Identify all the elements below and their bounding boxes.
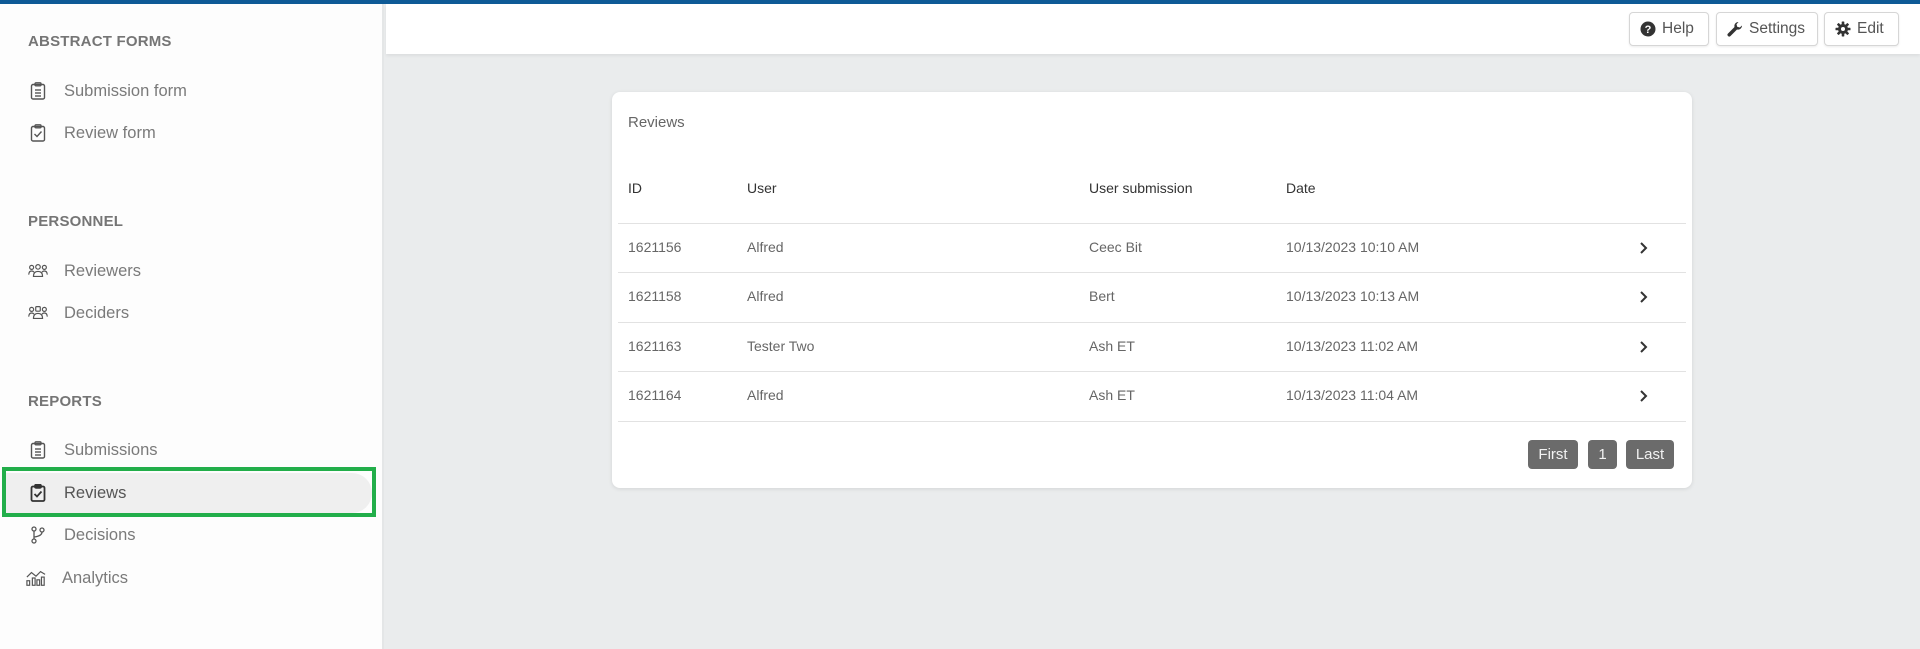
cell-date: 10/13/2023 11:04 AM <box>1286 387 1419 403</box>
cell-date: 10/13/2023 10:13 AM <box>1286 288 1420 304</box>
table-bottom-divider <box>618 421 1686 422</box>
cell-submission: Ceec Bit <box>1089 239 1142 255</box>
cell-id: 1621164 <box>628 387 682 403</box>
chevron-right-icon[interactable] <box>1638 386 1654 406</box>
edit-button-label: Edit <box>1857 20 1884 37</box>
edit-button[interactable]: Edit <box>1824 12 1899 46</box>
sidebar-item-reviewers[interactable]: Reviewers <box>4 251 372 291</box>
header-bar: ? Help Settings Edit <box>386 4 1920 54</box>
chevron-right-icon[interactable] <box>1638 337 1654 357</box>
chevron-right-icon[interactable] <box>1638 238 1654 258</box>
sidebar-item-submissions[interactable]: Submissions <box>4 430 372 470</box>
table-row[interactable]: 1621158 Alfred Bert 10/13/2023 10:13 AM <box>618 272 1686 321</box>
gear-icon <box>1835 21 1851 37</box>
sidebar-item-decisions[interactable]: Decisions <box>4 515 372 555</box>
table-row[interactable]: 1621156 Alfred Ceec Bit 10/13/2023 10:10… <box>618 223 1686 272</box>
cell-date: 10/13/2023 11:02 AM <box>1286 338 1419 354</box>
pagination-first-button[interactable]: First <box>1528 440 1578 469</box>
cell-id: 1621163 <box>628 338 682 354</box>
cell-submission: Ash ET <box>1089 338 1135 354</box>
section-title-abstract-forms: ABSTRACT FORMS <box>28 33 172 50</box>
pagination-last-button[interactable]: Last <box>1626 440 1674 469</box>
help-button-label: Help <box>1662 20 1694 37</box>
settings-button-label: Settings <box>1749 20 1806 37</box>
settings-button[interactable]: Settings <box>1716 12 1818 46</box>
reviews-card: Reviews ID User User submission Date 162… <box>612 92 1692 488</box>
sidebar-item-label: Submission form <box>64 81 187 100</box>
column-header-id: ID <box>628 180 642 196</box>
sidebar-item-label: Review form <box>64 123 156 142</box>
sidebar-item-review-form[interactable]: Review form <box>4 113 372 153</box>
wrench-icon <box>1727 21 1743 37</box>
cell-id: 1621156 <box>628 239 682 255</box>
sidebar-item-analytics[interactable]: Analytics <box>4 558 372 598</box>
question-circle-icon: ? <box>1640 21 1656 37</box>
sidebar-item-deciders[interactable]: Deciders <box>4 293 372 333</box>
cell-user: Tester Two <box>747 338 815 354</box>
pagination-page-1-button[interactable]: 1 <box>1588 440 1617 469</box>
clipboard-check-icon <box>28 483 48 503</box>
table-row[interactable]: 1621163 Tester Two Ash ET 10/13/2023 11:… <box>618 322 1686 371</box>
help-button[interactable]: ? Help <box>1629 12 1709 46</box>
cell-date: 10/13/2023 10:10 AM <box>1286 239 1420 255</box>
cell-user: Alfred <box>747 387 784 403</box>
clipboard-list-icon <box>28 81 48 101</box>
chevron-right-icon[interactable] <box>1638 287 1654 307</box>
clipboard-list-icon <box>28 440 48 460</box>
cell-user: Alfred <box>747 288 784 304</box>
users-gavel-icon <box>28 303 48 323</box>
users-icon <box>28 261 48 281</box>
sidebar: ABSTRACT FORMS Submission form Review fo… <box>0 4 384 649</box>
column-header-user-submission: User submission <box>1089 180 1193 196</box>
section-title-reports: REPORTS <box>28 393 102 410</box>
sidebar-item-label: Decisions <box>64 525 136 544</box>
chart-icon <box>26 568 46 588</box>
branch-icon <box>28 525 48 545</box>
reviews-card-title: Reviews <box>628 114 685 131</box>
sidebar-item-label: Reviews <box>64 483 127 502</box>
sidebar-item-submission-form[interactable]: Submission form <box>4 71 372 111</box>
sidebar-item-label: Deciders <box>64 303 130 322</box>
column-header-date: Date <box>1286 180 1316 196</box>
sidebar-item-reviews[interactable]: Reviews <box>4 473 372 513</box>
top-accent-bar <box>0 0 1920 4</box>
cell-id: 1621158 <box>628 288 682 304</box>
sidebar-item-label: Reviewers <box>64 261 142 280</box>
cell-submission: Ash ET <box>1089 387 1135 403</box>
cell-submission: Bert <box>1089 288 1115 304</box>
section-title-personnel: PERSONNEL <box>28 213 124 230</box>
sidebar-item-label: Analytics <box>62 568 129 587</box>
column-header-user: User <box>747 180 777 196</box>
cell-user: Alfred <box>747 239 784 255</box>
clipboard-check-icon <box>28 123 48 143</box>
sidebar-item-label: Submissions <box>64 440 158 459</box>
table-row[interactable]: 1621164 Alfred Ash ET 10/13/2023 11:04 A… <box>618 371 1686 420</box>
svg-text:?: ? <box>1645 24 1652 36</box>
